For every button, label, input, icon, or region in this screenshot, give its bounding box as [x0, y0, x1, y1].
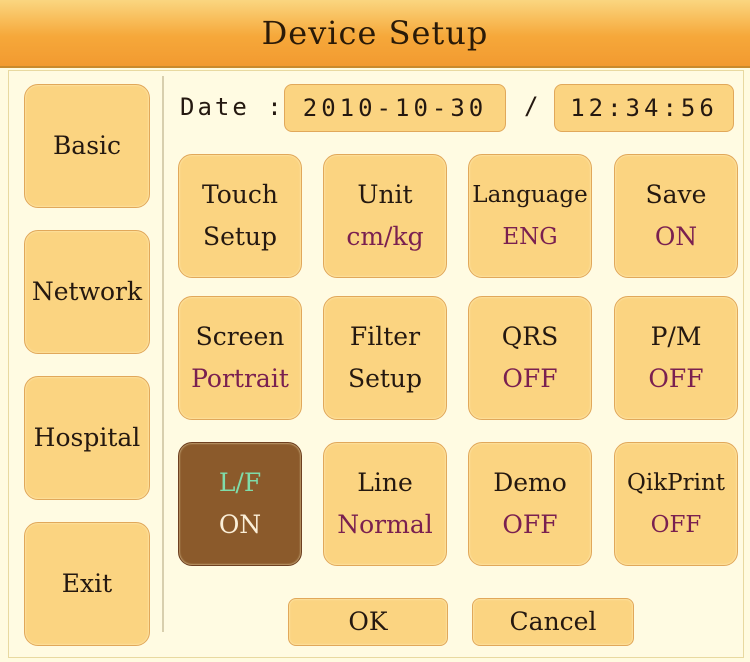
- button-value: ON: [218, 510, 262, 539]
- button-label: Language: [472, 182, 588, 208]
- language-button[interactable]: Language ENG: [468, 154, 592, 278]
- touch-setup-button[interactable]: Touch Setup: [178, 154, 302, 278]
- date-field[interactable]: 2010-10-30: [284, 84, 506, 132]
- time-field[interactable]: 12:34:56: [554, 84, 734, 132]
- window-title: Device Setup: [261, 14, 489, 52]
- cancel-button[interactable]: Cancel: [472, 598, 634, 646]
- screen-button[interactable]: Screen Portrait: [178, 296, 302, 420]
- unit-button[interactable]: Unit cm/kg: [323, 154, 447, 278]
- lf-toggle-button[interactable]: L/F ON: [178, 442, 302, 566]
- button-value: Setup: [202, 222, 278, 251]
- button-value: ENG: [502, 224, 558, 250]
- pm-toggle-button[interactable]: P/M OFF: [614, 296, 738, 420]
- ok-button[interactable]: OK: [288, 598, 448, 646]
- save-toggle-button[interactable]: Save ON: [614, 154, 738, 278]
- button-label: Filter: [349, 322, 421, 351]
- button-label: L/F: [218, 468, 262, 497]
- button-value: Setup: [347, 364, 423, 393]
- button-value: Normal: [337, 510, 433, 539]
- button-value: OFF: [650, 512, 702, 538]
- sidebar-item-hospital[interactable]: Hospital: [24, 376, 150, 500]
- button-label: QRS: [501, 322, 559, 351]
- sidebar-item-network[interactable]: Network: [24, 230, 150, 354]
- sidebar-item-label: Network: [31, 277, 143, 306]
- title-bar: Device Setup: [0, 0, 750, 68]
- button-label: Unit: [357, 180, 413, 209]
- sidebar-item-basic[interactable]: Basic: [24, 84, 150, 208]
- demo-toggle-button[interactable]: Demo OFF: [468, 442, 592, 566]
- button-label: QikPrint: [626, 470, 726, 496]
- sidebar-item-label: Exit: [61, 569, 113, 598]
- button-label: Demo: [493, 468, 567, 497]
- button-label: Screen: [195, 322, 285, 351]
- date-label: Date :: [180, 93, 285, 121]
- button-value: Portrait: [191, 364, 289, 393]
- button-label: Line: [357, 468, 413, 497]
- qrs-toggle-button[interactable]: QRS OFF: [468, 296, 592, 420]
- sidebar-item-label: Hospital: [33, 423, 141, 452]
- button-label: Touch: [202, 180, 278, 209]
- filter-setup-button[interactable]: Filter Setup: [323, 296, 447, 420]
- button-label: Save: [645, 180, 707, 209]
- line-button[interactable]: Line Normal: [323, 442, 447, 566]
- button-value: OFF: [648, 364, 704, 393]
- sidebar-item-exit[interactable]: Exit: [24, 522, 150, 646]
- button-value: OFF: [502, 364, 558, 393]
- qikprint-toggle-button[interactable]: QikPrint OFF: [614, 442, 738, 566]
- date-time-separator: /: [524, 92, 539, 120]
- sidebar-item-label: Basic: [52, 131, 122, 160]
- button-value: cm/kg: [346, 222, 424, 251]
- button-label: P/M: [650, 322, 702, 351]
- sidebar-divider: [162, 76, 164, 632]
- button-value: OFF: [502, 510, 558, 539]
- button-value: ON: [654, 222, 698, 251]
